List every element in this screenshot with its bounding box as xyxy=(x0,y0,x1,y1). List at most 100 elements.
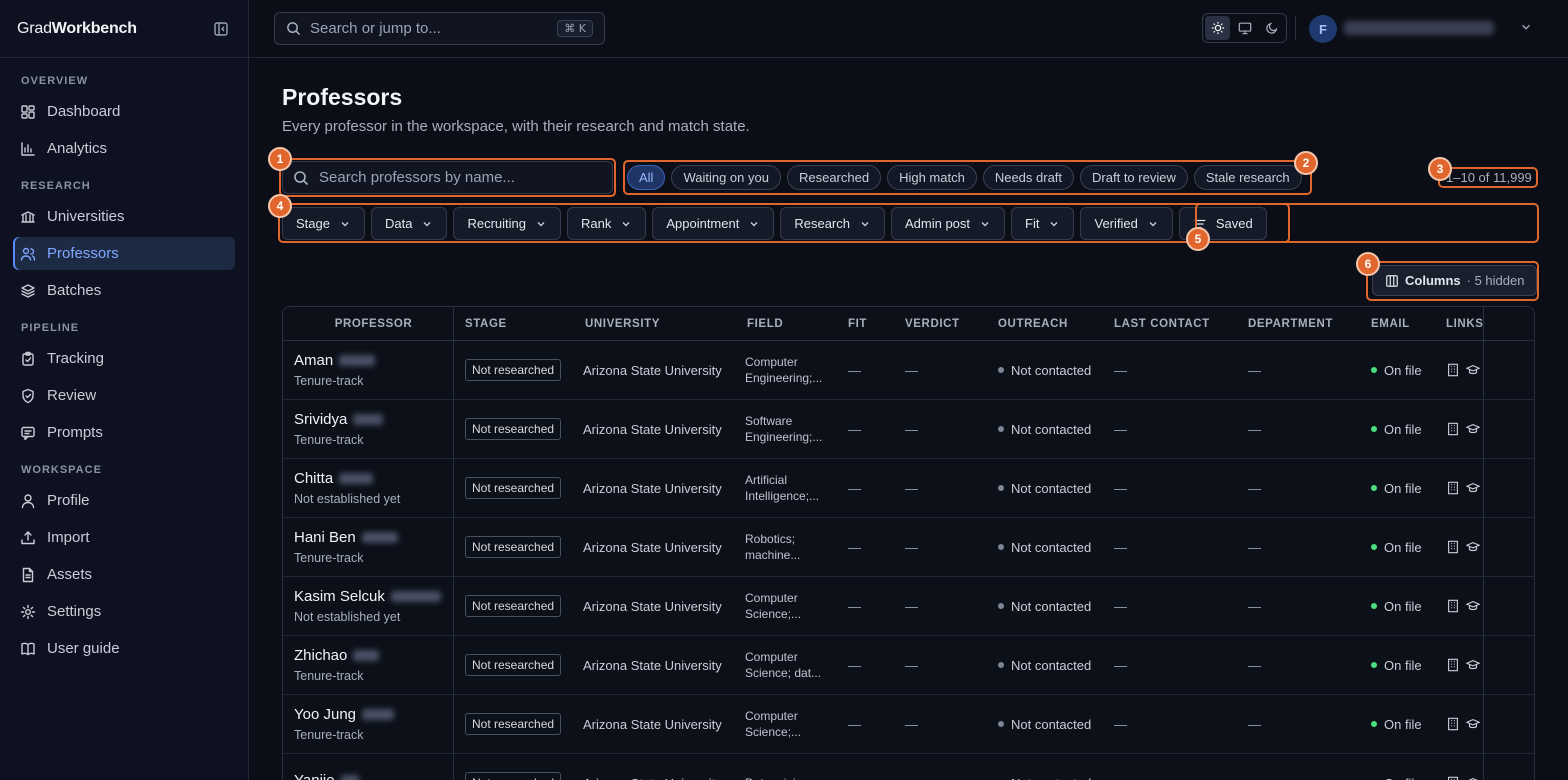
cell-university: Arizona State University xyxy=(583,716,722,732)
table-row[interactable]: Yoo Jung Tenure-track Not researched Ari… xyxy=(283,695,1534,754)
cell-verdict: — xyxy=(905,716,918,732)
table-row[interactable]: Hani Ben Tenure-track Not researched Ari… xyxy=(283,518,1534,577)
sidebar-item-universities[interactable]: Universities xyxy=(13,200,235,233)
upload-icon xyxy=(21,530,35,544)
redacted-surname xyxy=(361,532,398,543)
col-professor[interactable]: PROFESSOR xyxy=(283,307,454,340)
sidebar-item-professors[interactable]: Professors xyxy=(13,237,235,270)
col-links[interactable]: LINKS xyxy=(1435,307,1484,340)
sidebar-item-prompts[interactable]: Prompts xyxy=(13,416,235,449)
cell-department: — xyxy=(1237,754,1360,780)
shield-icon xyxy=(22,388,34,403)
col-fit[interactable]: FIT xyxy=(837,307,894,340)
col-university[interactable]: UNIVERSITY xyxy=(574,307,736,340)
stage-tag: Not researched xyxy=(465,477,562,499)
cell-verdict: — xyxy=(905,539,918,555)
graduation-cap-icon[interactable] xyxy=(1466,422,1480,436)
building-icon[interactable] xyxy=(1446,540,1460,554)
status-dot xyxy=(1371,544,1377,550)
sidebar-item-batches[interactable]: Batches xyxy=(13,274,235,307)
outreach-status: Not contacted xyxy=(1011,716,1092,732)
col-verdict[interactable]: VERDICT xyxy=(894,307,987,340)
page-subtitle: Every professor in the workspace, with t… xyxy=(282,118,750,135)
sun-icon[interactable] xyxy=(1205,16,1230,40)
graduation-cap-icon[interactable] xyxy=(1466,599,1480,613)
cell-email: On file xyxy=(1360,577,1435,635)
table-row[interactable]: Yanjie Not researched Arizona State Univ… xyxy=(283,754,1534,780)
professor-name[interactable]: Yanjie xyxy=(294,772,359,780)
building-icon[interactable] xyxy=(1446,717,1460,731)
annotation-box-1 xyxy=(279,158,616,197)
global-search-input[interactable]: Search or jump to... ⌘ K xyxy=(274,12,605,45)
building-icon[interactable] xyxy=(1446,422,1460,436)
professor-name[interactable]: Srividya xyxy=(294,411,384,428)
professor-name[interactable]: Hani Ben xyxy=(294,529,398,546)
username-redacted[interactable] xyxy=(1344,21,1494,35)
cell-department: — xyxy=(1248,598,1261,614)
graduation-cap-icon[interactable] xyxy=(1466,540,1480,554)
cell-overflow xyxy=(1484,459,1534,517)
cell-outreach: Not contacted xyxy=(987,518,1103,576)
redacted-surname xyxy=(339,355,376,366)
table-row[interactable]: Chitta Not established yet Not researche… xyxy=(283,459,1534,518)
graduation-cap-icon[interactable] xyxy=(1466,717,1480,731)
email-status: On file xyxy=(1384,776,1422,780)
cell-outreach: Not contacted xyxy=(987,695,1103,753)
graduation-cap-icon[interactable] xyxy=(1466,776,1480,780)
brand-logo[interactable]: GradWorkbench xyxy=(17,20,137,38)
nav-gap xyxy=(0,453,248,464)
avatar[interactable]: F xyxy=(1309,15,1337,43)
cell-email: On file xyxy=(1360,400,1435,458)
col-field[interactable]: FIELD xyxy=(736,307,837,340)
table-row[interactable]: Zhichao Tenure-track Not researched Ariz… xyxy=(283,636,1534,695)
graduation-cap-icon[interactable] xyxy=(1466,363,1480,377)
col-email[interactable]: EMAIL xyxy=(1360,307,1435,340)
building-icon[interactable] xyxy=(1446,481,1460,495)
professor-name[interactable]: Aman xyxy=(294,352,376,369)
col-department[interactable]: DEPARTMENT xyxy=(1237,307,1360,340)
table-row[interactable]: Kasim Selcuk Not established yet Not res… xyxy=(283,577,1534,636)
building-icon[interactable] xyxy=(1446,776,1460,780)
building-icon[interactable] xyxy=(1446,599,1460,613)
cell-last-contact: — xyxy=(1103,754,1237,780)
building-icon[interactable] xyxy=(1446,363,1460,377)
sidebar-item-profile[interactable]: Profile xyxy=(13,484,235,517)
table-row[interactable]: Aman Tenure-track Not researched Arizona… xyxy=(283,341,1534,400)
cell-outreach: Not contacted xyxy=(987,754,1103,780)
shortcut-hint: ⌘ K xyxy=(557,20,593,37)
nav-section-title: WORKSPACE xyxy=(21,464,102,476)
cell-professor: Srividya Tenure-track xyxy=(283,400,454,458)
table-row[interactable]: Srividya Tenure-track Not researched Ari… xyxy=(283,400,1534,459)
building-icon[interactable] xyxy=(1446,658,1460,672)
col-outreach[interactable]: OUTREACH xyxy=(987,307,1103,340)
cell-university: Arizona State University xyxy=(583,657,722,673)
col-stage[interactable]: STAGE xyxy=(454,307,574,340)
field-text: Robotics; machine... xyxy=(745,532,801,562)
chevron-down-icon[interactable] xyxy=(1519,20,1533,39)
status-dot xyxy=(998,662,1004,668)
monitor-icon[interactable] xyxy=(1232,16,1257,40)
sidebar-item-assets[interactable]: Assets xyxy=(13,558,235,591)
moon-icon[interactable] xyxy=(1259,16,1284,40)
professor-first-name: Zhichao xyxy=(294,647,348,664)
graduation-cap-icon[interactable] xyxy=(1466,658,1480,672)
sidebar-item-tracking[interactable]: Tracking xyxy=(13,342,235,375)
sidebar-item-import[interactable]: Import xyxy=(13,521,235,554)
annotation-badge-5: 5 xyxy=(1186,227,1210,251)
professor-name[interactable]: Chitta xyxy=(294,470,374,487)
cell-outreach: Not contacted xyxy=(987,577,1103,635)
professor-name[interactable]: Kasim Selcuk xyxy=(294,588,441,605)
redacted-surname xyxy=(339,473,374,484)
cell-department: — xyxy=(1248,716,1261,732)
professor-name[interactable]: Yoo Jung xyxy=(294,706,395,723)
sidebar-collapse-icon[interactable] xyxy=(211,19,231,39)
sidebar-item-settings[interactable]: Settings xyxy=(13,595,235,628)
graduation-cap-icon[interactable] xyxy=(1466,481,1480,495)
sidebar-item-analytics[interactable]: Analytics xyxy=(13,132,235,165)
sidebar-item-user-guide[interactable]: User guide xyxy=(13,632,235,665)
cell-field: Computer Science;... xyxy=(736,695,837,753)
sidebar-item-dashboard[interactable]: Dashboard xyxy=(13,95,235,128)
sidebar-item-review[interactable]: Review xyxy=(13,379,235,412)
professor-name[interactable]: Zhichao xyxy=(294,647,380,664)
col-last-contact[interactable]: LAST CONTACT xyxy=(1103,307,1237,340)
